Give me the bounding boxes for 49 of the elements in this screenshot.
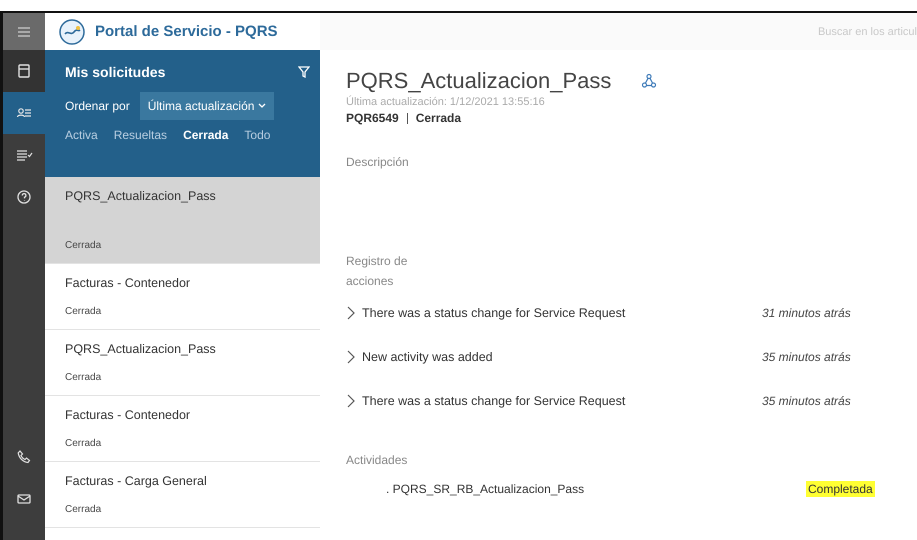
request-status: Cerrada <box>65 504 102 515</box>
request-list-item[interactable]: PQRS_Actualizacion_Pass Cerrada <box>45 177 320 264</box>
activities-label: Actividades <box>346 453 408 467</box>
request-title: Facturas - Carga General <box>65 474 208 488</box>
filter-tab[interactable]: Todo <box>244 128 270 142</box>
filter-tab[interactable]: Cerrada <box>183 128 228 142</box>
document-rail-button[interactable] <box>3 50 45 92</box>
requests-rail-button[interactable] <box>3 92 45 134</box>
activity-status: Completada <box>806 481 875 497</box>
log-entry-text: There was a status change for Service Request <box>362 394 626 408</box>
help-icon <box>15 188 33 206</box>
log-entry-time: 35 minutos atrás <box>762 350 851 364</box>
log-entry-time: 35 minutos atrás <box>762 394 851 408</box>
activity-name: . PQRS_SR_RB_Actualizacion_Pass <box>385 482 586 496</box>
chevron-icon[interactable] <box>346 394 356 408</box>
filter-tab[interactable]: Resueltas <box>114 128 168 142</box>
request-state: Cerrada <box>416 111 462 125</box>
log-entry-time: 31 minutos atrás <box>762 306 851 320</box>
request-list-item[interactable]: Facturas - Contenedor Cerrada <box>45 264 320 330</box>
chevron-icon[interactable] <box>346 306 356 320</box>
last-updated: Última actualización: 1/12/2021 13:55:16 <box>346 96 546 108</box>
request-list-item[interactable]: Facturas - Contenedor Cerrada <box>45 396 320 462</box>
phone-icon <box>15 448 33 466</box>
request-title: Facturas - Contenedor <box>65 408 192 422</box>
sort-dropdown[interactable]: Última actualización <box>140 92 274 120</box>
request-status: Cerrada <box>65 306 102 317</box>
request-title: Facturas - Contenedor <box>65 276 192 290</box>
log-entry-text: There was a status change for Service Request <box>362 306 626 320</box>
log-entry-text: New activity was added <box>362 350 494 364</box>
panel-title: Mis solicitudes <box>65 64 166 80</box>
chevron-icon[interactable] <box>346 350 356 364</box>
filter-icon[interactable] <box>298 66 310 78</box>
request-title: PQRS_Actualizacion_Pass <box>65 342 217 356</box>
request-list-item[interactable]: Facturas - Carga General Cerrada <box>45 462 320 528</box>
request-list-item[interactable]: PQRS_Actualizacion_Pass Cerrada <box>45 330 320 396</box>
request-title: PQRS_Actualizacion_Pass <box>65 189 217 203</box>
request-status: Cerrada <box>65 240 102 251</box>
description-label: Descripción <box>346 155 410 169</box>
request-number: PQR6549 <box>346 111 399 125</box>
share-icon[interactable] <box>641 73 658 89</box>
action-log-label: Registro de acciones <box>346 253 408 290</box>
caret-icon <box>258 103 266 109</box>
request-status: Cerrada <box>65 438 102 449</box>
request-heading: PQRS_Actualizacion_Pass <box>346 68 612 94</box>
filter-tab[interactable]: Activa <box>65 128 98 142</box>
portal-title: Portal de Servicio - PQRS <box>95 23 278 40</box>
globe-logo-icon <box>59 18 85 44</box>
sort-label: Ordenar por <box>65 99 130 113</box>
request-status: Cerrada <box>65 372 102 383</box>
